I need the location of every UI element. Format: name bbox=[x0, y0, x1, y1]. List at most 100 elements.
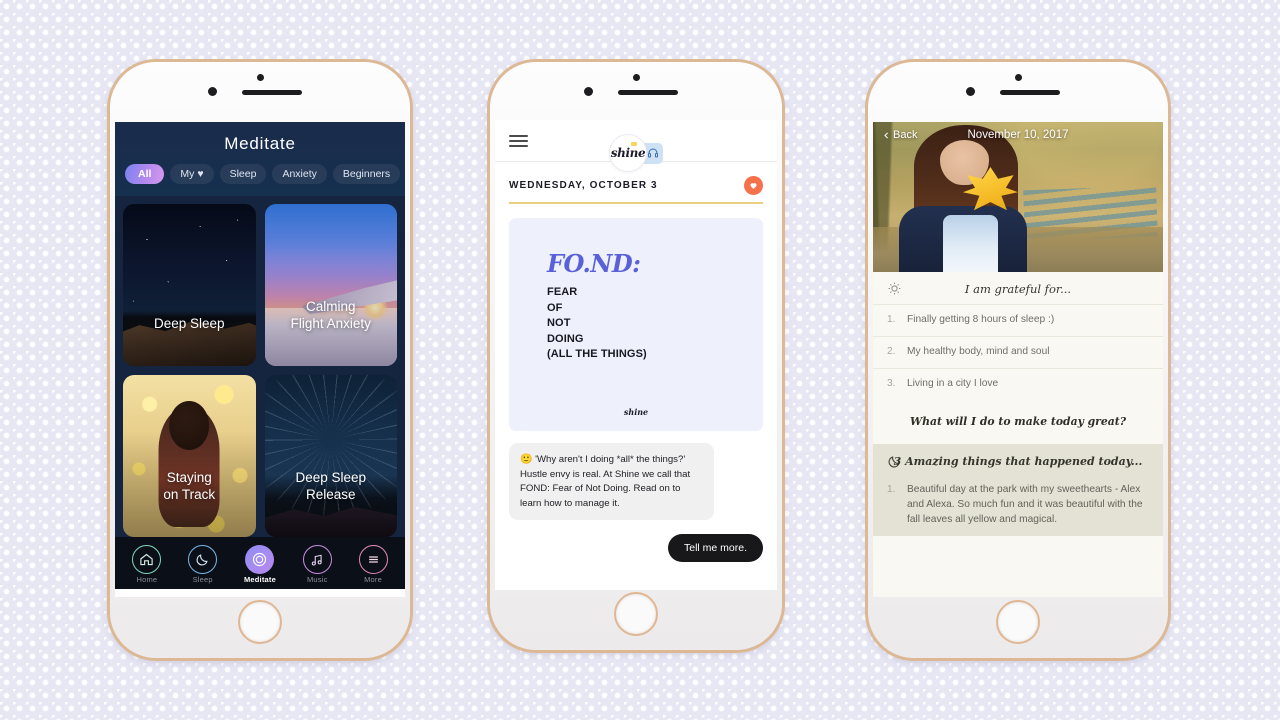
filter-chip-row: All My ♥ Sleep Anxiety Beginners bbox=[115, 164, 405, 188]
card-title: Deep Sleep bbox=[153, 315, 225, 331]
front-camera-icon bbox=[966, 87, 975, 96]
front-camera-icon bbox=[208, 87, 217, 96]
photo-subject-scarf bbox=[942, 215, 998, 272]
gratitude-list-item[interactable]: 3. Living in a city I love bbox=[873, 367, 1163, 400]
item-text: Beautiful day at the park with my sweeth… bbox=[907, 484, 1143, 525]
card-watermark: shine bbox=[623, 407, 649, 417]
phone-journal: Back November 10, 2017 I am grateful for… bbox=[868, 62, 1168, 658]
phone1-bezel-top bbox=[110, 62, 410, 122]
message-bubble: 🙂 'Why aren't I doing *all* the things?'… bbox=[509, 443, 714, 521]
fond-card[interactable]: FO.ND: FEAR OF NOT DOING (ALL THE THINGS… bbox=[509, 218, 763, 431]
item-text: Living in a city I love bbox=[907, 377, 999, 389]
item-number: 1. bbox=[887, 314, 896, 325]
card-title-line2: on Track bbox=[163, 486, 216, 502]
sun-icon bbox=[888, 282, 901, 295]
section-title: 3 Amazing things that happened today... bbox=[893, 455, 1143, 469]
evening-section: 3 Amazing things that happened today... … bbox=[873, 444, 1163, 536]
card-title: Deep Sleep Release bbox=[289, 470, 372, 537]
filter-chip-anxiety[interactable]: Anxiety bbox=[272, 164, 327, 184]
card-title-line2: Flight Anxiety bbox=[290, 315, 371, 331]
logo-text: shine bbox=[610, 146, 646, 160]
daily-prompt: What will I do to make today great? bbox=[909, 415, 1127, 429]
shine-logo-group: shine bbox=[609, 134, 663, 172]
home-button[interactable] bbox=[614, 592, 658, 636]
chevron-left-icon bbox=[884, 132, 888, 138]
item-number: 3. bbox=[887, 377, 896, 389]
hamburger-icon bbox=[358, 545, 388, 574]
tab-sleep[interactable]: Sleep bbox=[188, 545, 218, 584]
gratitude-list-item[interactable]: 2. My healthy body, mind and soul bbox=[873, 335, 1163, 368]
moon-icon bbox=[188, 545, 218, 574]
cta-row: Tell me more. bbox=[495, 520, 777, 563]
front-camera-icon bbox=[584, 87, 593, 96]
home-icon bbox=[132, 545, 162, 574]
item-number: 2. bbox=[887, 345, 896, 357]
filter-chip-beginners[interactable]: Beginners bbox=[332, 164, 401, 184]
earpiece-speaker bbox=[618, 90, 678, 95]
card-title-line1: Deep Sleep bbox=[295, 470, 367, 486]
music-note-icon bbox=[302, 545, 332, 574]
filter-chip-all[interactable]: All bbox=[125, 164, 165, 184]
divider-rule bbox=[509, 202, 763, 204]
meditation-card-deep-sleep[interactable]: Deep Sleep bbox=[123, 204, 256, 366]
sensor-icon bbox=[257, 74, 264, 81]
fond-line: NOT bbox=[547, 317, 571, 330]
card-title-line1: Staying bbox=[166, 470, 212, 486]
filter-chip-my-favorites[interactable]: My ♥ bbox=[170, 164, 214, 184]
item-text: Finally getting 8 hours of sleep :) bbox=[907, 314, 1055, 325]
tab-label: Meditate bbox=[243, 575, 276, 584]
sensor-icon bbox=[1015, 74, 1022, 81]
phone3-screen: Back November 10, 2017 I am grateful for… bbox=[873, 122, 1163, 597]
sensor-icon bbox=[633, 74, 640, 81]
phone2-screen: shine WEDNESDAY, OCTOBER 3 FO.ND: FEAR O… bbox=[495, 120, 777, 590]
meditation-card-deep-sleep-release[interactable]: Deep Sleep Release bbox=[264, 375, 397, 537]
card-title-line2: Release bbox=[305, 486, 356, 502]
hamburger-icon[interactable] bbox=[509, 132, 528, 150]
journal-date: November 10, 2017 bbox=[967, 129, 1069, 141]
tab-music[interactable]: Music bbox=[302, 545, 332, 584]
meditation-card-flight-anxiety[interactable]: Calming Flight Anxiety bbox=[264, 204, 397, 366]
tab-meditate[interactable]: Meditate bbox=[244, 545, 276, 584]
phone3-bezel-top bbox=[868, 62, 1168, 122]
evening-section-header: 3 Amazing things that happened today... bbox=[873, 444, 1163, 478]
fond-line: (ALL THE THINGS) bbox=[547, 348, 647, 361]
meditate-header: Meditate All My ♥ Sleep Anxiety Beginner… bbox=[115, 122, 405, 196]
fond-line: FEAR bbox=[547, 286, 578, 298]
evening-list-item[interactable]: 1. Beautiful day at the park with my swe… bbox=[873, 478, 1163, 535]
phone-shine-daily: shine WEDNESDAY, OCTOBER 3 FO.ND: FEAR O… bbox=[490, 62, 782, 650]
card-title-line1: Calming bbox=[305, 299, 356, 315]
logo-spark-icon bbox=[631, 142, 637, 146]
gratitude-list-item[interactable]: 1. Finally getting 8 hours of sleep :) bbox=[873, 304, 1163, 336]
earpiece-speaker bbox=[1000, 90, 1060, 95]
shine-logo[interactable]: shine bbox=[609, 134, 647, 172]
meditation-card-staying-on-track[interactable]: Staying on Track bbox=[123, 375, 256, 537]
tab-home[interactable]: Home bbox=[132, 545, 162, 584]
tab-more[interactable]: More bbox=[358, 545, 388, 584]
circles-icon bbox=[245, 545, 275, 574]
heart-icon[interactable] bbox=[744, 176, 763, 195]
page-title: Meditate bbox=[224, 134, 296, 153]
section-title: I am grateful for... bbox=[964, 281, 1072, 296]
card-title: Staying on Track bbox=[157, 470, 221, 537]
back-button[interactable]: Back bbox=[882, 129, 917, 142]
back-label: Back bbox=[893, 129, 918, 141]
phone-meditate: Meditate All My ♥ Sleep Anxiety Beginner… bbox=[110, 62, 410, 658]
message-text: 'Why aren't I doing *all* the things?' H… bbox=[520, 454, 691, 509]
home-button[interactable] bbox=[996, 600, 1040, 644]
bottom-tab-bar: Home Sleep Meditate Music More bbox=[115, 537, 405, 589]
smile-emoji-icon: 🙂 bbox=[520, 454, 533, 465]
gratitude-section-header: I am grateful for... bbox=[873, 272, 1163, 304]
phone2-bezel-top bbox=[490, 62, 782, 122]
tab-label: Sleep bbox=[192, 575, 213, 584]
filter-chip-sleep[interactable]: Sleep bbox=[219, 164, 267, 184]
fond-acronym-lines: FEAR OF NOT DOING (ALL THE THINGS) bbox=[547, 285, 763, 363]
fond-title: FO.ND: bbox=[547, 249, 641, 278]
tab-label: More bbox=[364, 575, 382, 584]
card-title: Calming Flight Anxiety bbox=[285, 299, 377, 366]
item-number: 1. bbox=[887, 484, 896, 496]
fond-line: DOING bbox=[547, 332, 584, 345]
tell-me-more-button[interactable]: Tell me more. bbox=[667, 534, 763, 563]
shine-top-bar: shine bbox=[495, 120, 777, 172]
meditation-card-grid: Deep Sleep Calming Flight Anxiety Stayin… bbox=[115, 196, 405, 537]
home-button[interactable] bbox=[238, 600, 282, 644]
